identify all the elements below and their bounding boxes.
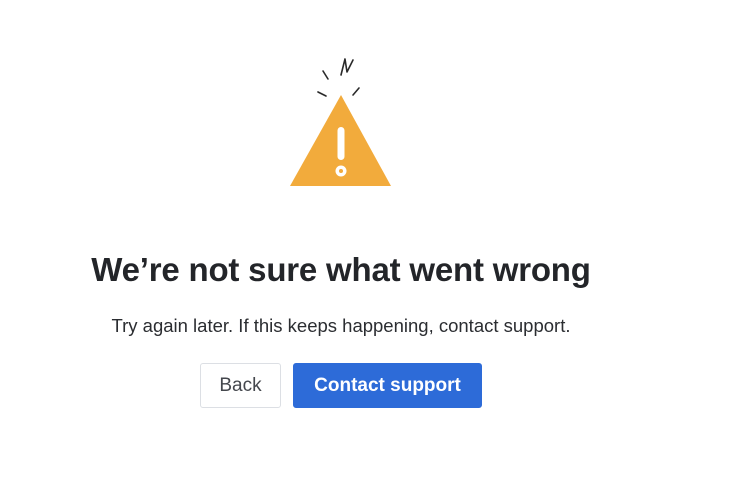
action-buttons: Back Contact support (200, 363, 482, 408)
exclamation-bar (337, 127, 345, 160)
lightning-zigzag (340, 58, 354, 76)
error-message: Try again later. If this keeps happening… (111, 315, 571, 336)
spark-line-left (322, 70, 329, 80)
spark-line-lower-left (317, 91, 327, 97)
spark-line-right (352, 87, 360, 96)
warning-triangle-icon (290, 58, 391, 186)
error-panel: We’re not sure what went wrong Try again… (0, 0, 682, 478)
back-button[interactable]: Back (200, 363, 281, 408)
exclamation-dot-center (339, 169, 343, 173)
spark-lines (317, 58, 360, 97)
page-title: We’re not sure what went wrong (91, 251, 591, 288)
contact-support-button[interactable]: Contact support (293, 363, 482, 408)
